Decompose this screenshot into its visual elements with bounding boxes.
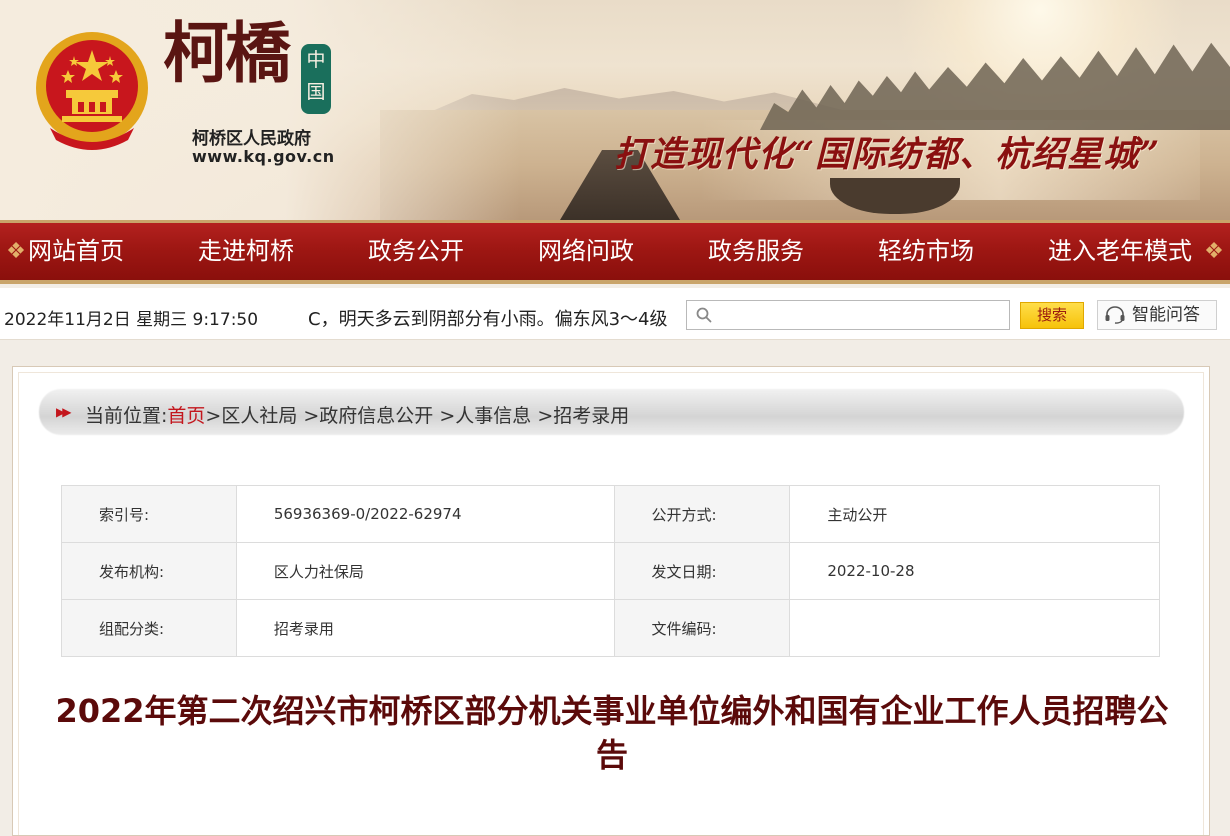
breadcrumb-link-info-disclosure[interactable]: >政府信息公开 [297, 405, 433, 427]
breadcrumb-link-recruitment[interactable]: >招考录用 [531, 405, 629, 427]
breadcrumb-home-link[interactable]: 首页 [167, 405, 205, 427]
breadcrumb: 当前位置:首页>区人社局 >政府信息公开 >人事信息 >招考录用 [85, 401, 629, 428]
table-row: 发布机构: 区人力社保局 发文日期: 2022-10-28 [61, 542, 1160, 600]
meta-value-document-code [789, 599, 1160, 657]
meta-value-disclosure-method: 主动公开 [789, 485, 1160, 543]
banner-slogan: 打造现代化“国际纺都、杭绍星城” [614, 134, 1161, 175]
current-datetime: 2022年11月2日 星期三 9:17:50 [4, 310, 259, 330]
gov-url: www.kq.gov.cn [192, 147, 335, 166]
main-nav: ❖ ❖ 网站首页 走进柯桥 政务公开 网络问政 政务服务 轻纺市场 进入老年模式 [0, 220, 1230, 284]
nav-item-about[interactable]: 走进柯桥 [198, 223, 294, 280]
table-row: 索引号: 56936369-0/2022-62974 公开方式: 主动公开 [61, 485, 1160, 543]
search-input[interactable] [717, 301, 1007, 329]
china-seal-stamp: 中国 [301, 44, 331, 114]
breadcrumb-prefix: 当前位置: [85, 405, 168, 427]
smart-qa-label: 智能问答 [1132, 305, 1200, 325]
site-banner: 柯橋 中国 柯桥区人民政府 www.kq.gov.cn 打造现代化“国际纺都、杭… [0, 0, 1230, 220]
search-button[interactable]: 搜索 [1020, 302, 1084, 329]
meta-key-category: 组配分类: [61, 599, 237, 657]
search-icon [696, 307, 712, 323]
meta-key-publisher: 发布机构: [61, 542, 237, 600]
gov-name: 柯桥区人民政府 [192, 129, 311, 149]
nav-item-elderly-mode[interactable]: 进入老年模式 [1048, 223, 1192, 280]
nav-right-ornament-icon: ❖ [1204, 239, 1224, 264]
smart-qa-button[interactable]: 智能问答 [1097, 300, 1217, 330]
meta-key-issue-date: 发文日期: [613, 542, 791, 600]
meta-key-disclosure-method: 公开方式: [613, 485, 791, 543]
meta-value-category: 招考录用 [235, 599, 615, 657]
table-row: 组配分类: 招考录用 文件编码: [61, 599, 1160, 657]
article-title: 2022年第二次绍兴市柯桥区部分机关事业单位编外和国有企业工作人员招聘公告 [55, 692, 1169, 774]
national-emblem-icon [36, 32, 148, 150]
nav-item-online-inquiry[interactable]: 网络问政 [538, 223, 634, 280]
weather-text: C，明天多云到阴部分有小雨。偏东风3～4级 [308, 309, 668, 330]
meta-value-index-no: 56936369-0/2022-62974 [235, 485, 615, 543]
breadcrumb-arrow-icon: ▶▶ [56, 405, 72, 419]
meta-value-publisher: 区人力社保局 [235, 542, 615, 600]
document-meta-table: 索引号: 56936369-0/2022-62974 公开方式: 主动公开 发布… [61, 485, 1160, 657]
content-frame: ▶▶ 当前位置:首页>区人社局 >政府信息公开 >人事信息 >招考录用 索引号:… [12, 366, 1210, 836]
headset-icon [1105, 306, 1125, 324]
nav-item-textile-market[interactable]: 轻纺市场 [878, 223, 974, 280]
utility-bar: 2022年11月2日 星期三 9:17:50 C，明天多云到阴部分有小雨。偏东风… [0, 288, 1230, 340]
nav-item-gov-services[interactable]: 政务服务 [708, 223, 804, 280]
weather-ticker: C，明天多云到阴部分有小雨。偏东风3～4级 [308, 296, 686, 332]
nav-item-gov-affairs[interactable]: 政务公开 [368, 223, 464, 280]
meta-key-index-no: 索引号: [61, 485, 237, 543]
site-logo-text: 柯橋 [163, 14, 291, 92]
breadcrumb-link-personnel-info[interactable]: >人事信息 [433, 405, 531, 427]
nav-item-home[interactable]: 网站首页 [28, 223, 124, 280]
breadcrumb-link-hr-bureau[interactable]: >区人社局 [205, 405, 297, 427]
meta-key-document-code: 文件编码: [613, 599, 791, 657]
search-box [686, 300, 1010, 330]
meta-value-issue-date: 2022-10-28 [789, 542, 1160, 600]
